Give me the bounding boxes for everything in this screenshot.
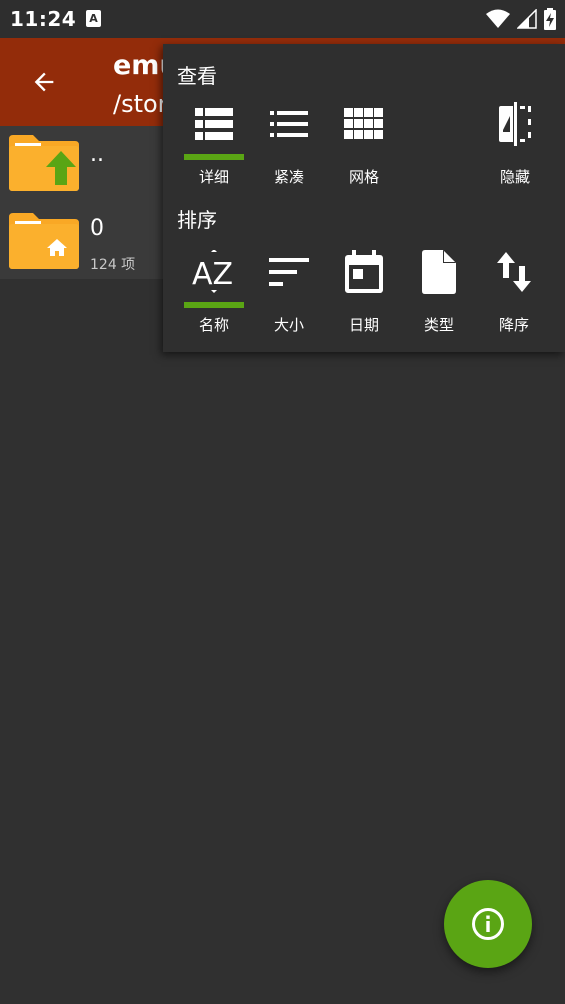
calendar-icon bbox=[333, 248, 395, 296]
sort-option-descending[interactable]: 降序 bbox=[483, 248, 545, 338]
view-option-compact[interactable]: 紧凑 bbox=[258, 100, 320, 190]
view-option-label: 隐藏 bbox=[499, 168, 530, 186]
view-section-label: 查看 bbox=[177, 64, 217, 88]
sort-by-size-icon bbox=[258, 248, 320, 296]
cell-signal-icon bbox=[517, 9, 537, 29]
view-option-label: 紧凑 bbox=[273, 168, 304, 186]
file-name: 0 bbox=[90, 216, 104, 241]
svg-text:AZ: AZ bbox=[192, 257, 233, 292]
notification-a-icon: A bbox=[86, 10, 101, 27]
battery-charging-icon bbox=[544, 8, 556, 30]
sort-by-name-icon: AZ bbox=[183, 248, 245, 296]
sort-section-label: 排序 bbox=[177, 208, 217, 232]
sort-option-label: 类型 bbox=[423, 316, 454, 334]
view-details-icon bbox=[183, 100, 245, 148]
file-item-count: 124 项 bbox=[90, 257, 136, 273]
swap-vertical-icon bbox=[483, 248, 545, 296]
selected-indicator bbox=[184, 154, 244, 160]
folder-up-icon bbox=[9, 135, 79, 191]
back-button[interactable] bbox=[22, 60, 66, 104]
status-icons bbox=[485, 8, 557, 30]
info-fab-button[interactable] bbox=[444, 880, 532, 968]
file-name: .. bbox=[90, 142, 104, 167]
sort-option-size[interactable]: 大小 bbox=[258, 248, 320, 338]
sort-option-name[interactable]: AZ 名称 bbox=[183, 248, 245, 338]
info-icon bbox=[472, 908, 504, 940]
view-option-label: 详细 bbox=[198, 168, 229, 186]
sort-option-label: 大小 bbox=[273, 316, 304, 334]
status-bar: 11:24 A bbox=[0, 0, 565, 38]
view-option-hidden[interactable]: 隐藏 bbox=[484, 100, 546, 190]
view-sort-popup: 查看 详细 紧凑 网格 隐藏 排序 AZ 名称 大小 日期 类型 降序 bbox=[163, 44, 565, 352]
hidden-files-icon bbox=[484, 100, 546, 148]
sort-option-label: 日期 bbox=[348, 316, 379, 334]
sort-option-label: 降序 bbox=[498, 316, 529, 334]
view-option-grid[interactable]: 网格 bbox=[333, 100, 395, 190]
wifi-icon bbox=[486, 9, 510, 28]
view-compact-icon bbox=[258, 100, 320, 148]
sort-option-type[interactable]: 类型 bbox=[408, 248, 470, 338]
view-grid-icon bbox=[333, 100, 395, 148]
view-option-label: 网格 bbox=[348, 168, 379, 186]
status-time: 11:24 bbox=[10, 7, 77, 31]
current-path: /stor bbox=[113, 90, 168, 118]
folder-home-icon bbox=[9, 213, 79, 269]
view-option-details[interactable]: 详细 bbox=[183, 100, 245, 190]
sort-option-label: 名称 bbox=[198, 316, 229, 334]
sort-option-date[interactable]: 日期 bbox=[333, 248, 395, 338]
selected-indicator bbox=[184, 302, 244, 308]
file-icon bbox=[408, 248, 470, 296]
arrow-back-icon bbox=[34, 72, 54, 92]
